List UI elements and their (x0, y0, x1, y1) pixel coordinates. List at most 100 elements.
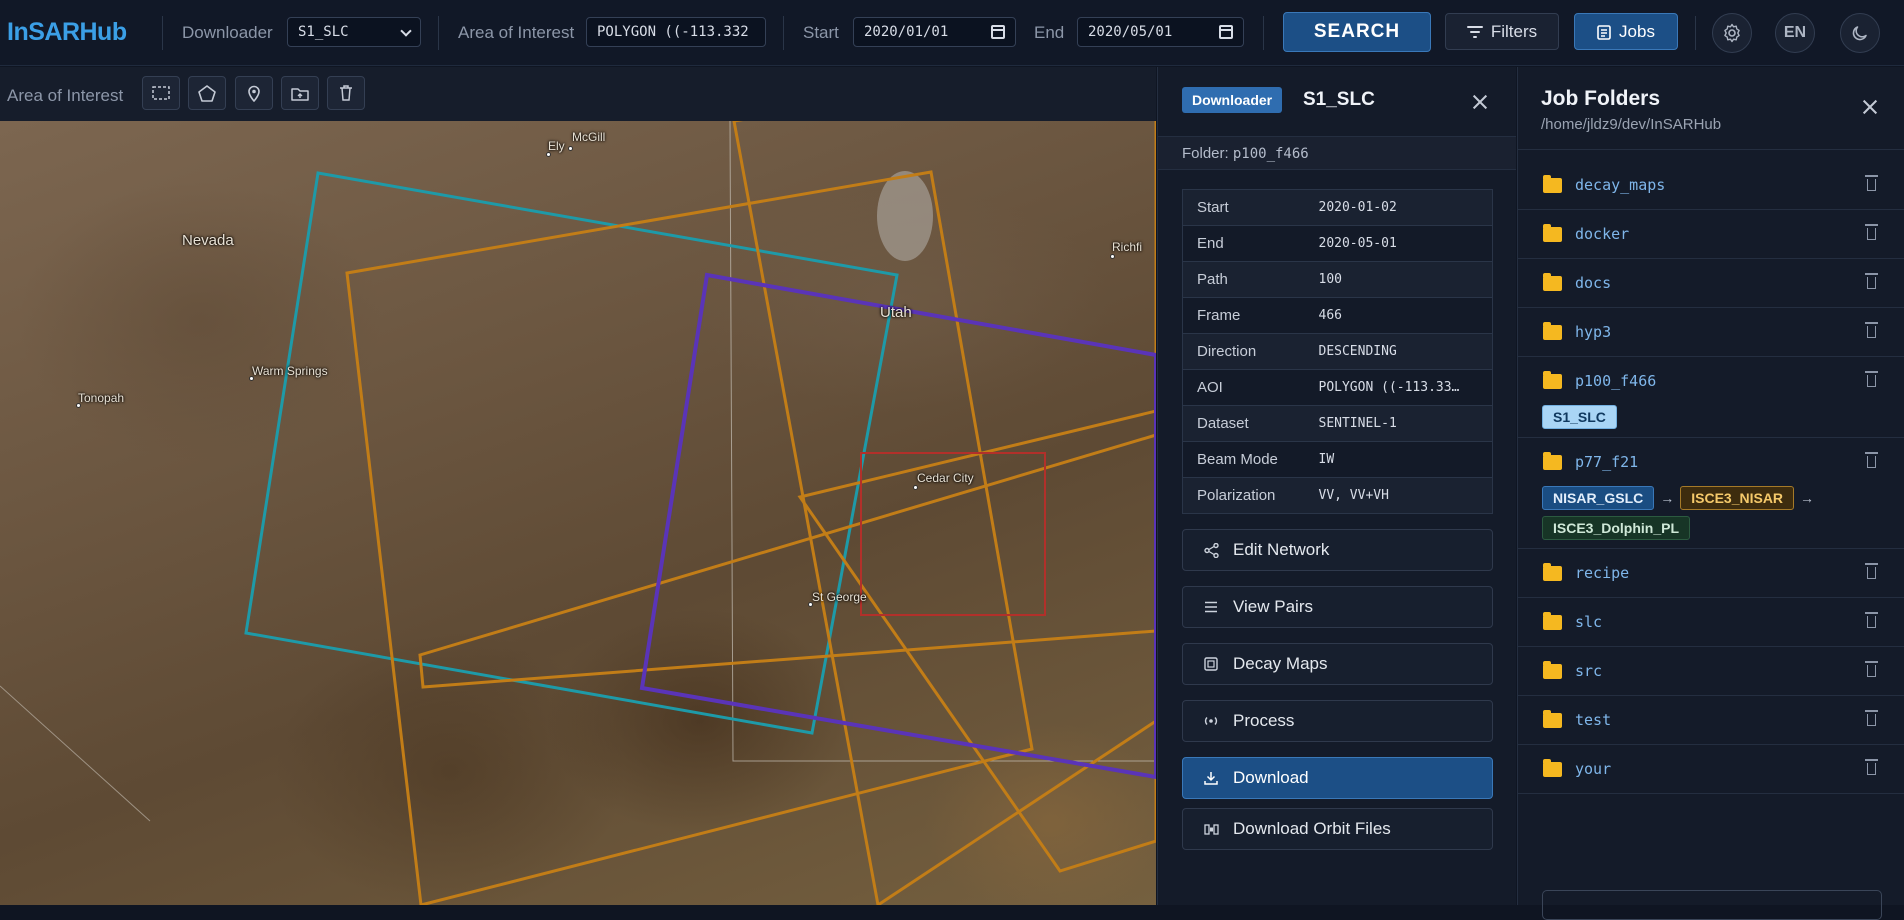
folder-name[interactable]: docs (1575, 274, 1611, 292)
calendar-icon[interactable] (1219, 25, 1233, 39)
meta-row: Beam Mode IW (1182, 441, 1493, 478)
folder-name[interactable]: p100_f466 (1575, 372, 1656, 390)
folder-icon (1543, 224, 1562, 242)
clear-aoi-button[interactable] (327, 76, 365, 110)
drop-pin-button[interactable] (235, 76, 273, 110)
process-button[interactable]: Process (1182, 700, 1493, 742)
upload-aoi-button[interactable] (281, 76, 319, 110)
downloader-badge: Downloader (1182, 87, 1283, 113)
folder-name[interactable]: test (1575, 711, 1611, 729)
meta-value: SENTINEL-1 (1304, 405, 1493, 442)
download-orbit-button[interactable]: Download Orbit Files (1182, 808, 1493, 850)
folder-name[interactable]: hyp3 (1575, 323, 1611, 341)
pin-icon (248, 85, 260, 102)
start-date-value: 2020/01/01 (864, 24, 949, 40)
start-label: Start (803, 23, 839, 42)
trash-icon[interactable] (1865, 759, 1878, 775)
broadcast-icon (1203, 713, 1219, 729)
trash-icon[interactable] (1865, 175, 1878, 191)
meta-row: Start 2020-01-02 (1182, 189, 1493, 226)
folder-name[interactable]: src (1575, 662, 1602, 680)
map-view[interactable]: McGill Ely Nevada Utah Richfi Warm Sprin… (0, 121, 1156, 905)
theme-toggle-button[interactable] (1840, 13, 1880, 53)
trash-icon[interactable] (1865, 224, 1878, 240)
trash-icon (340, 85, 352, 101)
top-bar: InSARHub Downloader S1_SLC Area of Inter… (0, 0, 1904, 66)
rectangle-icon (152, 86, 170, 100)
meta-key: Dataset (1182, 405, 1305, 442)
folder-item[interactable]: slc (1518, 598, 1904, 647)
close-icon[interactable] (1862, 99, 1878, 115)
settings-button[interactable] (1712, 13, 1752, 53)
trash-icon[interactable] (1865, 710, 1878, 726)
workflow-tag: S1_SLC (1542, 405, 1617, 429)
decay-maps-button[interactable]: Decay Maps (1182, 643, 1493, 685)
folder-item[interactable]: docker (1518, 210, 1904, 259)
workflow-tag: ISCE3_NISAR (1680, 486, 1795, 510)
jobs-button-label: Jobs (1619, 21, 1655, 41)
trash-icon[interactable] (1865, 322, 1878, 338)
trash-icon[interactable] (1865, 273, 1878, 289)
folder-item[interactable]: hyp3 (1518, 308, 1904, 357)
folder-name[interactable]: recipe (1575, 564, 1629, 582)
scene-footprint-orange[interactable] (797, 409, 1156, 873)
folder-name[interactable]: decay_maps (1575, 176, 1665, 194)
folder-item[interactable]: p77_f21 NISAR_GSLC → ISCE3_NISAR → ISCE3_Dolp… (1518, 438, 1904, 549)
scene-footprint-selected[interactable] (639, 272, 1156, 780)
map-overlay (0, 121, 1156, 905)
language-button[interactable]: EN (1775, 13, 1815, 53)
meta-key: Beam Mode (1182, 441, 1305, 478)
meta-key: AOI (1182, 369, 1305, 406)
meta-row: Direction DESCENDING (1182, 333, 1493, 370)
draw-polygon-button[interactable] (188, 76, 226, 110)
search-button[interactable]: SEARCH (1283, 12, 1431, 52)
chevron-down-icon (400, 25, 412, 37)
arrow: → (1800, 490, 1815, 506)
folder-name[interactable]: slc (1575, 613, 1602, 631)
folder-item[interactable]: your (1518, 745, 1904, 794)
scene-metadata-table: Start 2020-01-02 End 2020-05-01 Path 100 Frame… (1182, 189, 1493, 514)
trash-icon[interactable] (1865, 612, 1878, 628)
meta-row: Frame 466 (1182, 297, 1493, 334)
arrow: → (1660, 490, 1675, 506)
city-dot (1110, 254, 1115, 259)
edit-network-label: Edit Network (1233, 540, 1330, 559)
partial-button[interactable] (1542, 890, 1882, 920)
scene-footprint-cyan[interactable] (244, 171, 899, 735)
trash-icon[interactable] (1865, 661, 1878, 677)
folder-item[interactable]: docs (1518, 259, 1904, 308)
folder-name[interactable]: docker (1575, 225, 1629, 243)
folder-item[interactable]: decay_maps (1518, 161, 1904, 210)
scene-footprint-orange[interactable] (732, 121, 1156, 905)
trash-icon[interactable] (1865, 452, 1878, 468)
view-pairs-button[interactable]: View Pairs (1182, 586, 1493, 628)
trash-icon[interactable] (1865, 371, 1878, 387)
folder-item[interactable]: recipe (1518, 549, 1904, 598)
folder-item[interactable]: src (1518, 647, 1904, 696)
jobs-button[interactable]: Jobs (1574, 13, 1678, 50)
calendar-icon[interactable] (991, 25, 1005, 39)
folder-name[interactable]: your (1575, 760, 1611, 778)
meta-key: Direction (1182, 333, 1305, 370)
folder-item[interactable]: p100_f466 S1_SLC (1518, 357, 1904, 438)
folder-item[interactable]: test (1518, 696, 1904, 745)
aoi-input[interactable]: POLYGON ((-113.332 (586, 17, 766, 47)
map-label-richfield: Richfi (1112, 240, 1143, 254)
meta-key: Polarization (1182, 477, 1305, 514)
folder-name[interactable]: p77_f21 (1575, 453, 1638, 471)
end-date-input[interactable]: 2020/05/01 (1077, 17, 1244, 47)
trash-icon[interactable] (1865, 563, 1878, 579)
folder-icon (1543, 710, 1562, 728)
draw-rectangle-button[interactable] (142, 76, 180, 110)
download-button[interactable]: Download (1182, 757, 1493, 799)
state-border (0, 685, 151, 822)
filters-button[interactable]: Filters (1445, 13, 1559, 50)
close-icon[interactable] (1472, 94, 1488, 110)
downloader-select[interactable]: S1_SLC (287, 17, 421, 47)
meta-key: Path (1182, 261, 1305, 298)
polygon-icon (198, 84, 216, 102)
scene-footprint-orange[interactable] (345, 170, 1034, 905)
edit-network-button[interactable]: Edit Network (1182, 529, 1493, 571)
start-date-input[interactable]: 2020/01/01 (853, 17, 1016, 47)
end-date-value: 2020/05/01 (1088, 24, 1173, 40)
